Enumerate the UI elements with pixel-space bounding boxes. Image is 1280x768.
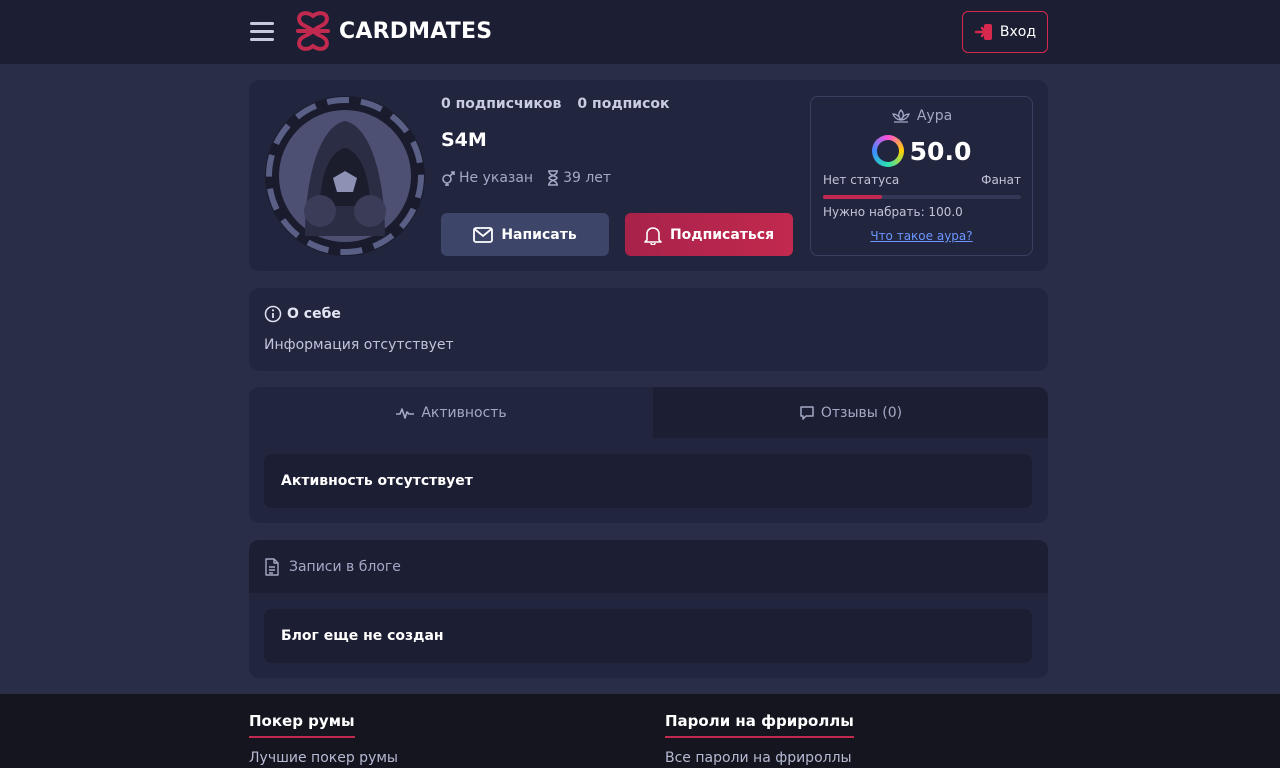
followers-count[interactable]: 0 подписчиков	[441, 96, 561, 112]
login-label: Вход	[999, 24, 1037, 40]
send-message-label: Написать	[501, 226, 577, 243]
tab-activity[interactable]: Активность	[249, 387, 653, 438]
aura-need: Нужно набрать: 100.0	[823, 205, 963, 219]
about-title: О себе	[264, 305, 341, 323]
age-item: 39 лет	[547, 170, 611, 186]
about-title-label: О себе	[287, 306, 341, 322]
blog-card: Записи в блоге Блог еще не создан	[249, 540, 1048, 678]
aura-score: 50.0	[811, 135, 1032, 167]
brand-name: CARDMATES	[339, 18, 493, 44]
tab-reviews-label: Отзывы (0)	[820, 404, 903, 421]
footer-all-freeroll-passwords-link[interactable]: Все пароли на фрироллы	[665, 750, 852, 766]
logo[interactable]: CARDMATES	[292, 10, 492, 52]
aura-help-link[interactable]: Что такое аура?	[811, 229, 1032, 243]
subscribe-button[interactable]: Подписаться	[625, 213, 793, 256]
gender-item: Не указан	[441, 170, 533, 186]
activity-card: Активность Отзывы (0) Активность отсутст…	[249, 387, 1048, 523]
following-count[interactable]: 0 подписок	[577, 96, 669, 112]
profile-card: 0 подписчиков 0 подписок S4M Не указан 3…	[249, 80, 1048, 271]
aura-progress-fill	[823, 195, 883, 199]
age-value: 39 лет	[563, 170, 612, 186]
aura-status-next: Фанат	[981, 173, 1021, 187]
footer-poker-rooms-title: Покер румы	[249, 712, 355, 738]
envelope-icon	[473, 226, 494, 243]
blog-empty-message: Блог еще не создан	[264, 609, 1032, 663]
aura-title: Аура	[811, 108, 1032, 124]
bell-icon	[644, 226, 662, 245]
aura-status-current: Нет статуса	[823, 173, 900, 187]
aura-status-labels: Нет статуса Фанат	[823, 173, 1021, 187]
footer-freeroll-passwords-title: Пароли на фрироллы	[665, 712, 854, 738]
top-header: CARDMATES Вход	[0, 0, 1280, 64]
send-message-button[interactable]: Написать	[441, 213, 609, 256]
footer-best-poker-rooms-link[interactable]: Лучшие покер румы	[249, 750, 398, 766]
follow-stats: 0 подписчиков 0 подписок	[441, 96, 670, 112]
lotus-icon	[891, 109, 910, 123]
aura-ring-icon	[871, 135, 904, 167]
aura-title-label: Аура	[916, 108, 953, 124]
tab-activity-label: Активность	[421, 404, 507, 421]
tab-reviews[interactable]: Отзывы (0)	[653, 387, 1048, 438]
about-text: Информация отсутствует	[264, 337, 454, 353]
footer: Покер румы Лучшие покер румы Пароли на ф…	[0, 694, 1280, 768]
pulse-icon	[396, 407, 415, 419]
document-icon	[265, 557, 279, 576]
avatar	[265, 96, 425, 256]
login-button[interactable]: Вход	[962, 11, 1048, 53]
cardmates-logo-icon	[296, 11, 330, 51]
blog-title: Записи в блоге	[289, 558, 401, 575]
username: S4M	[441, 129, 487, 151]
about-card: О себе Информация отсутствует	[249, 288, 1048, 371]
hourglass-icon	[548, 170, 559, 186]
aura-panel: Аура 50.0 Нет статуса Фанат Нужно набрат…	[810, 96, 1033, 256]
gender-value: Не указан	[459, 170, 534, 186]
activity-empty-message: Активность отсутствует	[264, 454, 1032, 508]
comment-icon	[800, 405, 814, 420]
aura-progress-bar	[823, 195, 1021, 199]
blog-header: Записи в блоге	[249, 540, 1048, 593]
gender-icon	[442, 171, 455, 186]
aura-score-value: 50.0	[909, 136, 972, 166]
menu-icon[interactable]	[250, 22, 274, 42]
login-icon	[974, 24, 992, 40]
subscribe-label: Подписаться	[669, 226, 775, 243]
info-icon	[264, 305, 282, 323]
profile-meta: Не указан 39 лет	[441, 170, 611, 186]
